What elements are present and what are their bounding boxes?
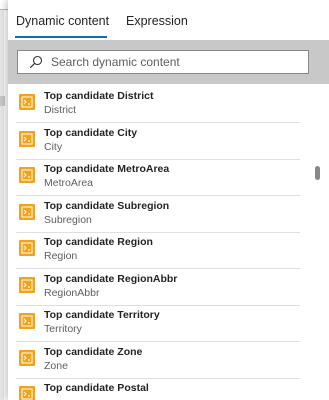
- search-input[interactable]: [51, 54, 301, 70]
- list-item[interactable]: Top candidate City City: [8, 125, 300, 161]
- divider: [16, 305, 300, 306]
- variable-icon: [19, 167, 35, 183]
- list-item-title: Top candidate City: [44, 127, 138, 139]
- tab-expression[interactable]: Expression: [126, 14, 188, 28]
- list-item-title: Top candidate Territory: [44, 309, 160, 321]
- dynamic-content-panel: Dynamic content Expression Top candidate…: [8, 0, 329, 400]
- divider: [16, 122, 300, 123]
- divider: [16, 378, 300, 379]
- variable-icon: [19, 204, 35, 220]
- list-item[interactable]: Top candidate Postal: [8, 380, 300, 400]
- variable-icon: [19, 240, 35, 256]
- list-item-title: Top candidate Region: [44, 236, 153, 248]
- list-item-subtitle: District: [44, 104, 77, 116]
- list-item-title: Top candidate Postal: [44, 382, 149, 394]
- list-item-subtitle: City: [44, 141, 63, 153]
- list-item[interactable]: Top candidate MetroArea MetroArea: [8, 161, 300, 197]
- variable-icon: [19, 94, 35, 110]
- list-item-subtitle: Subregion: [44, 214, 92, 226]
- list-item-title: Top candidate Zone: [44, 346, 143, 358]
- variable-icon: [19, 386, 35, 400]
- divider: [16, 232, 300, 233]
- list-item[interactable]: Top candidate Region Region: [8, 234, 300, 270]
- divider: [16, 195, 300, 196]
- list-item[interactable]: Top candidate Territory Territory: [8, 307, 300, 343]
- variable-icon: [19, 131, 35, 147]
- dynamic-content-list: Top candidate District District Top candid…: [8, 88, 329, 400]
- list-item-subtitle: Territory: [44, 323, 82, 335]
- list-item[interactable]: Top candidate Zone Zone: [8, 344, 300, 380]
- list-item-subtitle: RegionAbbr: [44, 287, 100, 299]
- active-tab-indicator: [15, 36, 107, 38]
- list-item-title: Top candidate RegionAbbr: [44, 273, 178, 285]
- list-item-subtitle: Zone: [44, 360, 68, 372]
- search-band: [8, 40, 329, 84]
- list-item[interactable]: Top candidate RegionAbbr RegionAbbr: [8, 271, 300, 307]
- search-box[interactable]: [17, 50, 309, 74]
- variable-icon: [19, 277, 35, 293]
- list-item[interactable]: Top candidate Subregion Subregion: [8, 198, 300, 234]
- tab-dynamic-content[interactable]: Dynamic content: [16, 14, 109, 28]
- list-item-subtitle: Region: [44, 250, 78, 262]
- divider: [16, 341, 300, 342]
- divider: [16, 159, 300, 160]
- list-item-subtitle: MetroArea: [44, 177, 94, 189]
- search-icon: [29, 55, 43, 69]
- variable-icon: [19, 350, 35, 366]
- variable-icon: [19, 313, 35, 329]
- scrollbar-thumb[interactable]: [315, 166, 320, 180]
- divider: [16, 268, 300, 269]
- scrollbar[interactable]: [311, 88, 325, 400]
- background-mark: [0, 96, 5, 106]
- tab-bar: Dynamic content Expression: [8, 0, 329, 38]
- background-edge: [0, 0, 4, 400]
- list-item[interactable]: Top candidate District District: [8, 88, 300, 124]
- list-item-title: Top candidate Subregion: [44, 200, 170, 212]
- list-item-title: Top candidate MetroArea: [44, 163, 170, 175]
- list-item-title: Top candidate District: [44, 90, 154, 102]
